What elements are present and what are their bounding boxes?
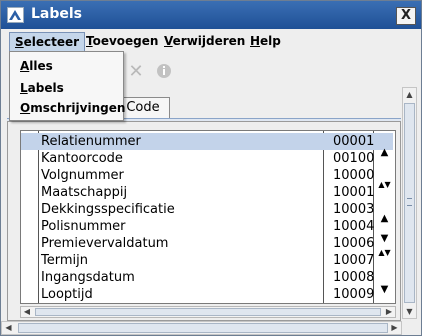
menu-item-labels[interactable]: Labels xyxy=(20,79,64,97)
menu-item-alles[interactable]: Alles xyxy=(20,57,53,75)
row-label: Looptijd xyxy=(41,287,93,302)
menu-selecteer[interactable]: Selecteer xyxy=(9,32,86,52)
row-label: Dekkingsspecificatie xyxy=(41,202,175,217)
info-icon[interactable] xyxy=(155,63,173,81)
scroll-down-icon[interactable]: ▼ xyxy=(403,305,416,318)
row-label: Ingangsdatum xyxy=(41,270,135,285)
delete-icon[interactable]: ✕ xyxy=(127,63,145,81)
label-list[interactable]: Relatienummer 00001 Kantoorcode 00100 Vo… xyxy=(20,130,396,304)
move-up-icon[interactable]: ▲ xyxy=(377,210,392,227)
row-label: Termijn xyxy=(41,253,88,268)
move-down-icon[interactable]: ▼ xyxy=(377,281,392,298)
table-row[interactable]: Ingangsdatum 10008 xyxy=(21,269,393,286)
scroll-thumb[interactable] xyxy=(35,308,381,316)
table-row[interactable]: Premievervaldatum 10006 xyxy=(21,235,393,252)
table-row[interactable]: Looptijd 10009 xyxy=(21,286,393,303)
labels-window: Labels X Selecteer Toevoegen Verwijderen… xyxy=(0,0,422,336)
table-row[interactable]: Maatschappij 10001 xyxy=(21,184,393,201)
row-code: 10007 xyxy=(333,253,375,268)
app-icon xyxy=(7,7,24,23)
scroll-thumb[interactable] xyxy=(18,323,388,333)
menu-item-omschrijvingen[interactable]: Omschrijvingen xyxy=(20,99,125,117)
grip-icon xyxy=(407,198,412,206)
table-row[interactable]: Relatienummer 00001 xyxy=(21,133,393,150)
row-code: 10006 xyxy=(333,236,375,251)
menu-verwijderen[interactable]: Verwijderen xyxy=(159,32,250,52)
vertical-scrollbar[interactable]: ▲ ▼ xyxy=(402,87,417,319)
scroll-right-icon[interactable]: ▶ xyxy=(388,322,401,334)
list-horizontal-scrollbar[interactable]: ◀ ▶ xyxy=(20,306,396,318)
move-up-down-icon[interactable]: ▲▼ xyxy=(377,249,392,269)
title-bar[interactable]: Labels X xyxy=(1,1,421,29)
row-code: 10003 xyxy=(333,202,375,217)
table-row[interactable]: Termijn 10007 xyxy=(21,252,393,269)
row-code: 00001 xyxy=(333,134,375,149)
row-code: 10004 xyxy=(333,219,375,234)
table-row[interactable]: Volgnummer 10000 xyxy=(21,167,393,184)
row-label: Maatschappij xyxy=(41,185,128,200)
table-row[interactable]: Dekkingsspecificatie 10003 xyxy=(21,201,393,218)
row-label: Premievervaldatum xyxy=(41,236,169,251)
move-down-icon[interactable]: ▼ xyxy=(377,230,392,247)
menu-help[interactable]: Help xyxy=(245,32,286,52)
scroll-up-icon[interactable]: ▲ xyxy=(403,88,416,101)
row-code: 10001 xyxy=(333,185,375,200)
scroll-right-icon[interactable]: ▶ xyxy=(383,307,395,317)
selecteer-dropdown: Alles Labels Omschrijvingen xyxy=(9,51,125,121)
row-code: 10009 xyxy=(333,287,375,302)
window-title: Labels xyxy=(31,6,83,22)
table-row[interactable]: Kantoorcode 00100 xyxy=(21,150,393,167)
row-label: Kantoorcode xyxy=(41,151,123,166)
close-button[interactable]: X xyxy=(396,7,416,25)
row-label: Relatienummer xyxy=(41,134,141,149)
row-code: 10000 xyxy=(333,168,375,183)
row-label: Volgnummer xyxy=(41,168,124,183)
scroll-left-icon[interactable]: ◀ xyxy=(21,307,33,317)
scroll-left-icon[interactable]: ◀ xyxy=(2,322,15,334)
row-code: 00100 xyxy=(333,151,375,166)
row-code: 10008 xyxy=(333,270,375,285)
move-up-down-icon[interactable]: ▲▼ xyxy=(377,181,392,201)
row-label: Polisnummer xyxy=(41,219,126,234)
code-panel: Relatienummer 00001 Kantoorcode 00100 Vo… xyxy=(7,121,401,321)
table-row[interactable]: Polisnummer 10004 xyxy=(21,218,393,235)
menu-toevoegen[interactable]: Toevoegen xyxy=(81,32,163,52)
move-up-icon[interactable]: ▲ xyxy=(377,144,392,161)
horizontal-scrollbar[interactable]: ◀ ▶ xyxy=(1,321,402,335)
scroll-thumb[interactable] xyxy=(404,103,415,303)
